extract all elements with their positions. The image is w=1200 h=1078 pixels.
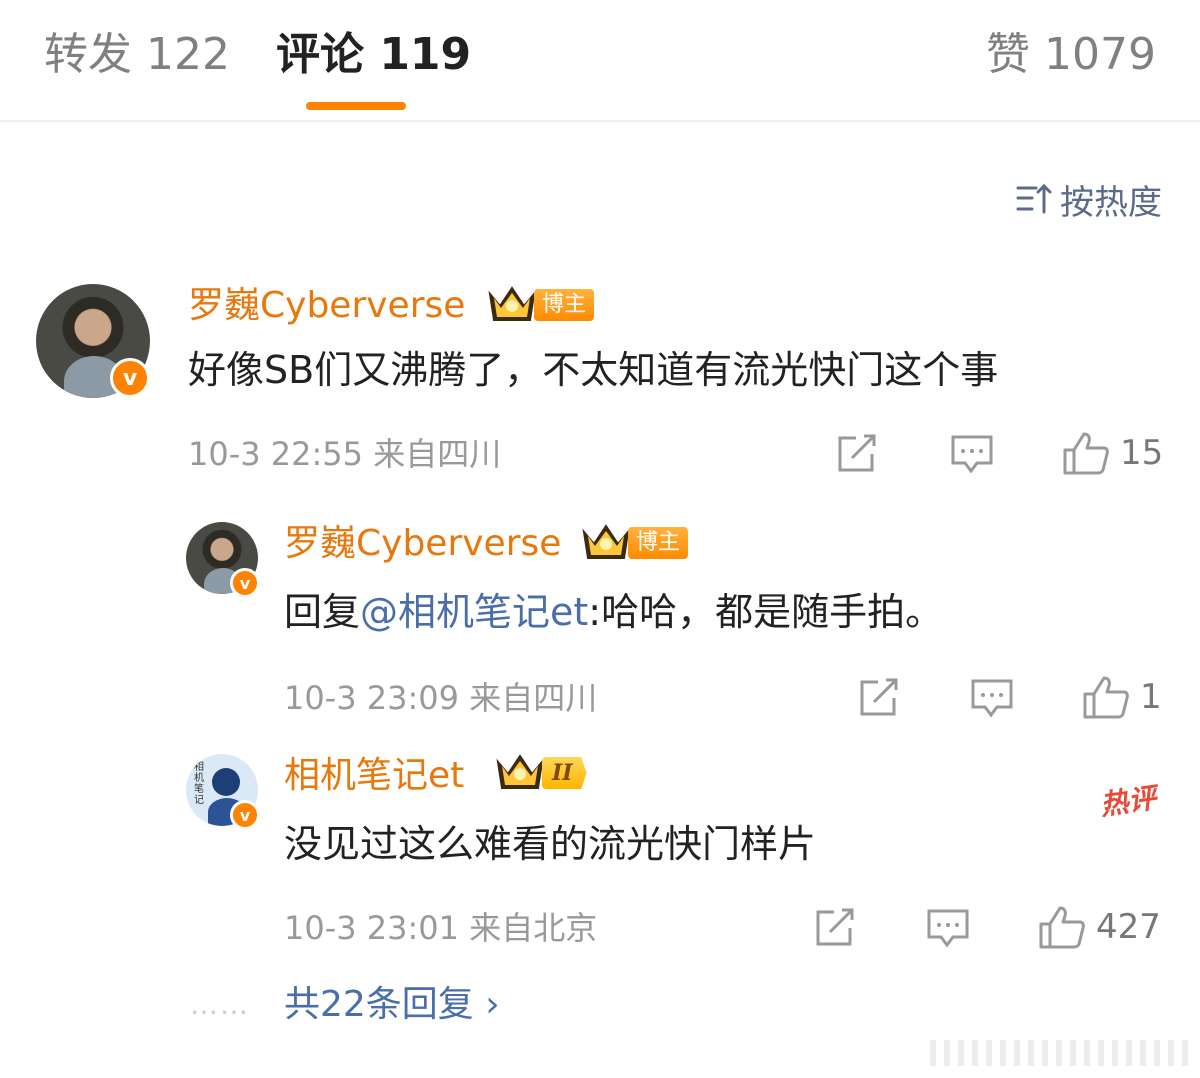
tab-likes[interactable]: 赞 1079 xyxy=(986,26,1156,84)
crown-icon xyxy=(496,754,544,789)
reply-text: 回复@相机笔记et:哈哈，都是随手拍。 xyxy=(284,590,944,634)
like-count: 1 xyxy=(1140,677,1162,717)
thumbs-up-icon xyxy=(1083,676,1129,719)
crown-icon xyxy=(582,524,630,559)
reply-username[interactable]: 相机笔记et xyxy=(284,752,464,800)
repost-button[interactable] xyxy=(814,908,858,948)
level-badge: II xyxy=(542,757,587,789)
verified-icon: v xyxy=(230,568,260,598)
tab-comments[interactable]: 评论 119 xyxy=(276,26,471,84)
mention-link[interactable]: @相机笔记et xyxy=(360,590,588,634)
verified-icon: v xyxy=(230,800,260,830)
comment-text: 好像SB们又沸腾了，不太知道有流光快门这个事 xyxy=(188,348,999,392)
vip-badge: II xyxy=(494,752,587,794)
like-button[interactable]: 1 xyxy=(1082,674,1162,720)
sort-button[interactable]: 按热度 xyxy=(1016,176,1162,223)
repost-button[interactable] xyxy=(836,434,880,474)
like-button[interactable]: 427 xyxy=(1038,904,1161,950)
comment-button[interactable] xyxy=(950,434,994,474)
hot-comment-badge: 热评 xyxy=(1098,781,1159,822)
reply-time: 10-3 23:01 来自北京 xyxy=(284,909,598,947)
comment-icon xyxy=(927,909,969,948)
repost-icon xyxy=(838,434,876,472)
home-indicator xyxy=(930,1040,1190,1066)
comment-button[interactable] xyxy=(970,678,1014,718)
tab-bar: 转发 122 评论 119 赞 1079 xyxy=(0,0,1200,122)
repost-icon xyxy=(860,678,898,716)
active-tab-indicator xyxy=(306,102,406,110)
thumbs-up-icon xyxy=(1063,432,1109,475)
like-button[interactable]: 15 xyxy=(1062,430,1163,476)
like-count: 427 xyxy=(1096,907,1161,947)
crown-icon xyxy=(488,286,536,321)
sort-icon xyxy=(1016,183,1052,214)
blogger-badge: 博主 xyxy=(628,527,689,559)
like-count: 15 xyxy=(1120,433,1164,473)
tab-repost[interactable]: 转发 122 xyxy=(44,26,230,84)
comment-time: 10-3 22:55 来自四川 xyxy=(188,435,502,473)
vip-badge: 博主 xyxy=(580,522,689,564)
sort-label: 按热度 xyxy=(1060,182,1162,223)
view-more-replies-link[interactable]: 共22条回复 › xyxy=(284,980,500,1030)
reply-time: 10-3 23:09 来自四川 xyxy=(284,679,598,717)
blogger-badge: 博主 xyxy=(534,289,595,321)
comment-button[interactable] xyxy=(926,908,970,948)
verified-icon: v xyxy=(110,358,150,398)
comment-icon xyxy=(951,435,993,474)
comment-icon xyxy=(971,679,1013,718)
repost-button[interactable] xyxy=(858,678,902,718)
reply-text: 没见过这么难看的流光快门样片 xyxy=(284,822,817,866)
more-dots: …… xyxy=(190,988,250,1021)
thumbs-up-icon xyxy=(1039,906,1085,949)
reply-username[interactable]: 罗巍Cyberverse xyxy=(284,520,561,568)
comment-username[interactable]: 罗巍Cyberverse xyxy=(188,282,465,330)
vip-badge: 博主 xyxy=(486,284,595,326)
repost-icon xyxy=(816,908,854,946)
